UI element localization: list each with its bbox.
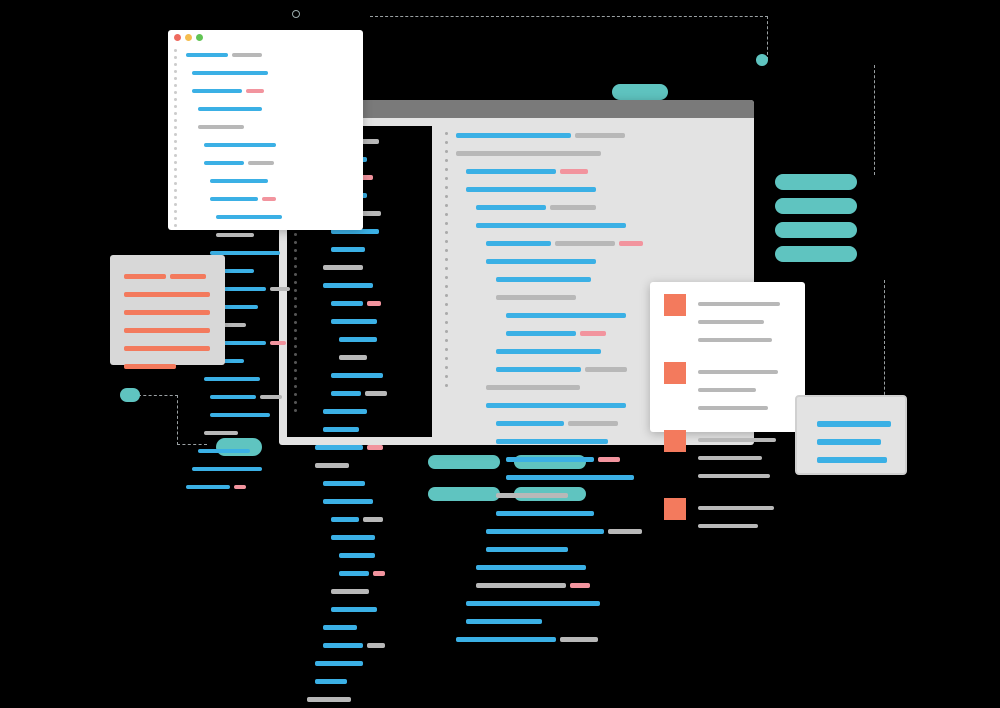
item-thumbnail [664,498,686,520]
line-gutter [440,126,454,437]
list-item [664,362,791,416]
code-snippet-card [110,255,225,365]
connector-line [138,395,178,396]
connector-line [628,16,768,60]
pill-accent [120,388,140,402]
list-item [664,294,791,348]
accent-dot [756,54,768,66]
item-thumbnail [664,430,686,452]
code-window-small [168,30,363,230]
list-item [664,430,791,484]
list-card [650,282,805,432]
window-traffic-lights [174,34,357,41]
tablet-device [795,395,907,475]
item-thumbnail [664,362,686,384]
item-thumbnail [664,294,686,316]
connector-line [820,65,875,175]
pill-stack [775,174,857,270]
accent-dot-outline [292,10,300,18]
connector-line [855,280,885,410]
pill-accent [612,84,668,100]
list-item [664,498,791,534]
connector-line [370,16,630,17]
